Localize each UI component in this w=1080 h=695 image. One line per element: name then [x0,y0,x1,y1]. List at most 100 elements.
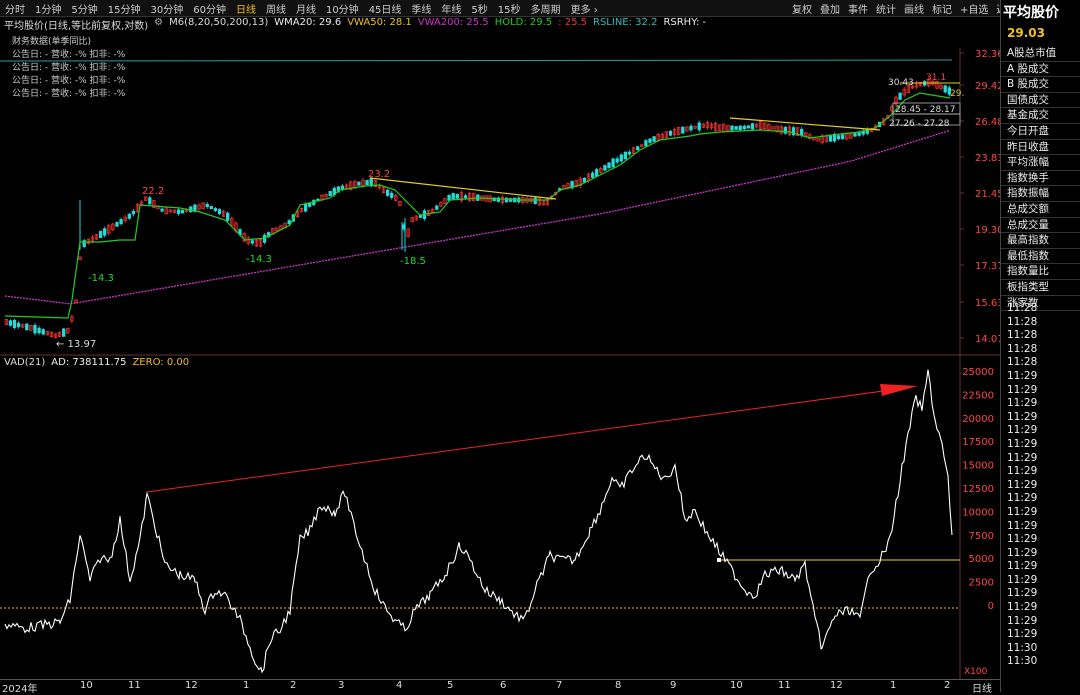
vad-ad-value: AD: 738111.75 [51,357,127,368]
candle-body [209,205,213,210]
vad-tick: 7500 [969,531,994,542]
candle-body [853,133,857,137]
price-tick: 32.36 [975,49,1000,60]
time-item: 11:29 [1007,465,1038,478]
date-axis: 2024年 10 11 12 1 2 3 4 5 6 7 8 9 10 11 12 1 2 日线 [0,679,1000,695]
stat-item[interactable]: 板指类型 [1001,280,1080,296]
date-label: 3 [338,680,345,691]
candle-body [160,208,164,212]
stat-item[interactable]: 基金成交 [1001,108,1080,124]
time-item: 11:28 [1007,329,1038,342]
vad-tick: 25000 [962,367,994,378]
stat-item[interactable]: 总成交量 [1001,218,1080,234]
price-tick: 29.42 [975,81,1000,92]
date-label: 1 [890,680,897,691]
vad-tick: 22500 [962,390,994,401]
date-label: 2024年 [2,684,38,695]
time-item: 11:29 [1007,410,1038,423]
date-label: 4 [396,680,403,691]
candle-body [607,162,611,169]
price-label: 29. [950,89,964,99]
candle-body [41,329,45,335]
candle-body [742,125,746,130]
time-item: 11:29 [1007,492,1038,505]
hold-line [4,92,951,319]
time-item: 11:30 [1007,641,1038,654]
candle-body [418,214,423,218]
chart-canvas[interactable]: 32.36 29.42 26.48 23.83 21.45 19.30 17.37 15.63… [0,0,1000,679]
candle-body [455,194,459,199]
high-label: 22.2 [142,186,164,197]
price-tick: 19.30 [975,225,1000,236]
price-tick: 17.37 [975,261,1000,272]
candle-body [103,228,107,236]
date-label: 1 [243,680,250,691]
stat-item[interactable]: 平均涨幅 [1001,155,1080,171]
candle-body [435,205,439,210]
stat-item[interactable]: 指数换手 [1001,171,1080,187]
candle-body [504,197,509,203]
candle-body [648,138,652,143]
candle-body [308,203,312,207]
candle-body [385,189,390,196]
stat-item[interactable]: 最高指数 [1001,233,1080,249]
stat-item[interactable]: A股总市值 [1001,46,1080,62]
time-item: 11:29 [1007,560,1038,573]
date-label: 10 [730,680,743,691]
candle-body [217,209,222,215]
stat-item[interactable]: 今日开盘 [1001,124,1080,140]
vad-unit: X100 [964,667,988,677]
candle-body [8,320,13,326]
candle-body [627,151,632,155]
time-item: 11:29 [1007,519,1038,532]
vad-tick: 12500 [962,484,994,495]
stat-item[interactable]: 昨日收盘 [1001,140,1080,156]
candle-body [365,180,369,185]
candlesticks [4,77,951,339]
vad-tick: 0 [988,601,994,612]
price-tick: 14.07 [975,334,1000,345]
candle-body [783,127,787,134]
stat-item[interactable]: 国债成交 [1001,93,1080,109]
candle-body [623,151,628,160]
stat-list: A股总市值 A 股成交 B 股成交 国债成交 基金成交 今日开盘 昨日收盘 平均涨幅 指数换手指… [1001,46,1080,312]
time-item: 11:29 [1007,369,1038,382]
vwa200-line [4,130,950,305]
stat-item[interactable]: A 股成交 [1001,62,1080,78]
low-label: -14.3 [246,254,272,265]
candle-body [148,197,152,205]
candle-body [357,181,361,186]
candle-body [734,126,738,130]
candle-body [582,177,587,183]
candle-body [189,206,193,213]
candle-body [697,122,701,131]
time-item: 11:29 [1007,505,1038,518]
stat-item[interactable]: B 股成交 [1001,77,1080,93]
candle-body [738,125,742,131]
stat-item[interactable]: 总成交额 [1001,202,1080,218]
candle-body [250,240,254,244]
candle-body [33,325,37,334]
date-label: 11 [778,680,791,691]
current-price: 29.03 [1007,26,1045,40]
candle-body [615,158,619,163]
candle-body [16,322,21,328]
range-label: 28.45 - 28.17 [895,105,956,115]
candle-body [644,140,648,147]
stat-item[interactable]: 最低指数 [1001,249,1080,265]
high-label: 31.1 [926,73,946,83]
vad-zero-value: ZERO: 0.00 [132,357,190,368]
candle-body [303,203,308,212]
stat-item[interactable]: 指数振幅 [1001,186,1080,202]
time-item: 11:29 [1007,614,1038,627]
time-list: 11:28 11:28 11:28 11:28 11:28 11:29 11:29 11:29… [1007,302,1037,669]
time-item: 11:28 [1007,356,1038,369]
stat-item[interactable]: 指数量比 [1001,264,1080,280]
candle-body [37,327,41,334]
low-label: -18.5 [400,256,426,267]
candle-body [12,319,17,328]
candle-body [595,169,599,177]
candle-body [213,208,218,211]
candle-body [115,221,119,227]
candle-body [668,130,673,136]
